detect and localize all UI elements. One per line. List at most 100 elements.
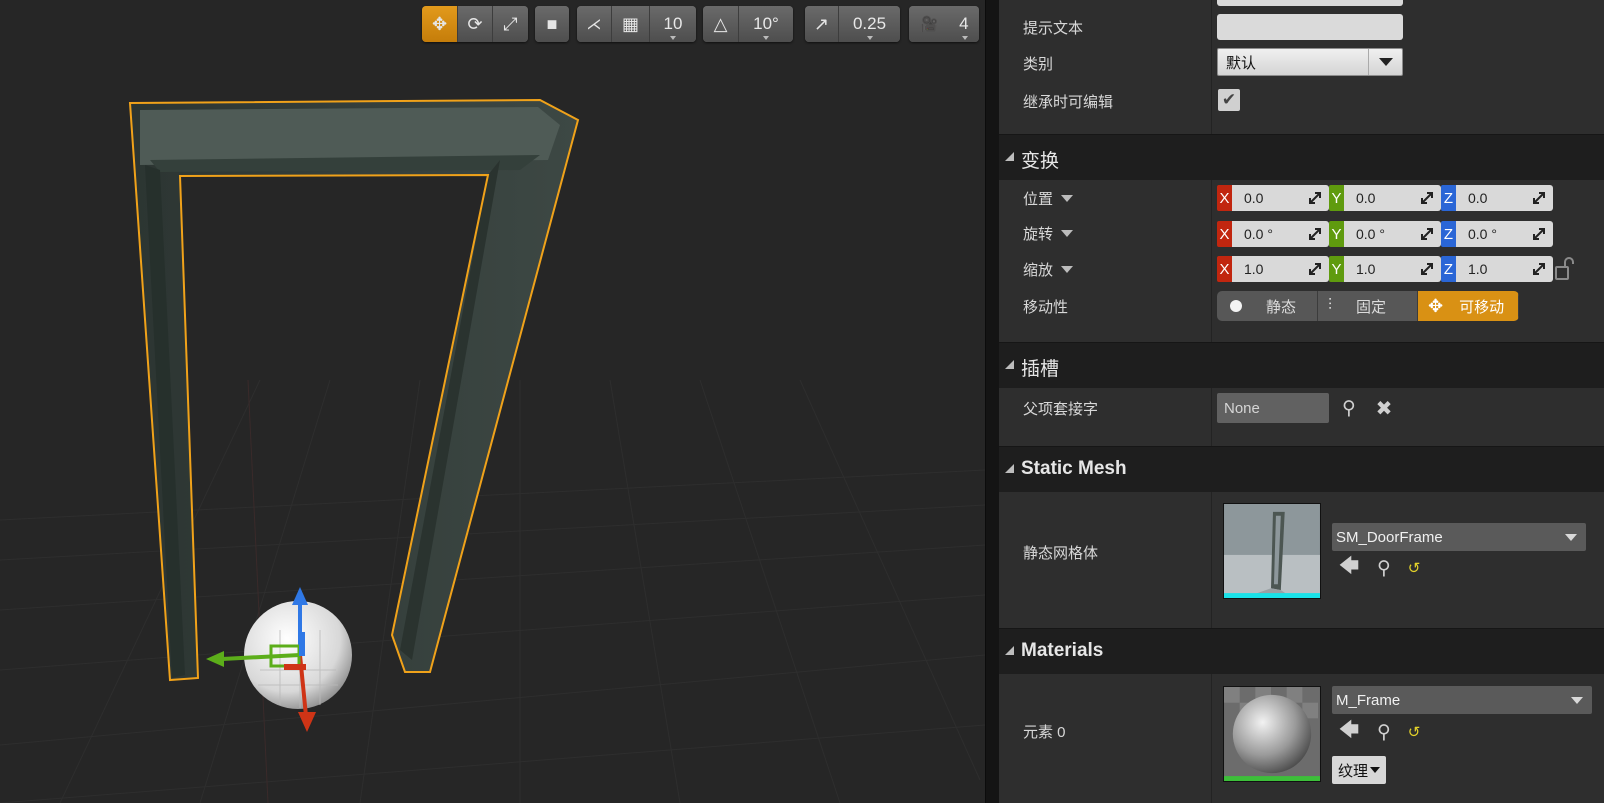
tooltip-input[interactable]	[1217, 14, 1403, 40]
axis-y-label: Y	[1329, 185, 1344, 211]
materials-section-title: Materials	[1021, 640, 1104, 661]
category-label: 类别	[1023, 55, 1054, 73]
parent-socket-field[interactable]: None	[1217, 393, 1329, 423]
location-label-dropdown[interactable]: 位置	[1023, 188, 1074, 209]
rotation-x: X 0.0 °	[1217, 221, 1329, 247]
scale-z-input[interactable]: 1.0	[1456, 256, 1553, 282]
grid-snap-toggle-button[interactable]: ▦	[612, 6, 650, 42]
mobility-static-option[interactable]: 静态	[1217, 291, 1318, 321]
scale-x-input[interactable]: 1.0	[1232, 256, 1329, 282]
editable-inherited-row: 继承时可编辑	[999, 86, 1604, 116]
texture-dropdown-label: 纹理	[1338, 762, 1369, 780]
mobility-movable-label: 可移动	[1459, 298, 1505, 316]
mobility-segmented-control: 静态 ⫶ 固定 ✥ 可移动	[1217, 291, 1519, 321]
scale-y-input[interactable]: 1.0	[1344, 256, 1441, 282]
reset-arrow-icon	[1309, 263, 1321, 275]
coordinate-space-group: ■	[535, 6, 569, 42]
grid-snap-group: ⋌ ▦ 10	[577, 6, 696, 42]
grid-icon: ▦	[621, 13, 639, 34]
axis-y-label: Y	[1329, 256, 1344, 282]
location-y: Y 0.0	[1329, 185, 1441, 211]
rotation-y-input[interactable]: 0.0 °	[1344, 221, 1441, 247]
rotation-z-input[interactable]: 0.0 °	[1456, 221, 1553, 247]
axis-x-label: X	[1217, 221, 1232, 247]
unlock-icon[interactable]	[1554, 256, 1574, 282]
rotation-label-dropdown[interactable]: 旋转	[1023, 223, 1074, 244]
transform-gizmo[interactable]	[206, 587, 352, 732]
axis-x-label: X	[1217, 185, 1232, 211]
scale-snap-toggle-button[interactable]: ↗	[805, 6, 839, 42]
world-local-toggle-button[interactable]: ■	[535, 6, 569, 42]
scale-label-dropdown[interactable]: 缩放	[1023, 259, 1074, 280]
static-mesh-section-header[interactable]: Static Mesh	[999, 446, 1604, 492]
viewport-scene[interactable]	[0, 0, 985, 803]
scale-z-value: 1.0	[1468, 261, 1488, 277]
chevron-down-icon	[1061, 265, 1074, 273]
rotation-snap-value: 10°	[753, 14, 779, 33]
translate-mode-button[interactable]: ✥	[422, 6, 458, 42]
texture-dropdown[interactable]: 纹理	[1332, 756, 1387, 784]
camera-speed-dropdown[interactable]: 🎥 4	[909, 6, 979, 42]
static-mesh-combo[interactable]: SM_DoorFrame	[1332, 523, 1586, 551]
use-selected-arrow-icon[interactable]: 🡄	[1337, 719, 1361, 744]
clear-icon[interactable]: ✖	[1372, 396, 1396, 420]
parent-socket-value: None	[1224, 399, 1260, 417]
mesh-thumbnail[interactable]	[1223, 503, 1321, 599]
variable-name-field[interactable]	[1217, 0, 1403, 6]
camera-speed-value: 4	[959, 14, 969, 33]
door-frame-mesh[interactable]	[128, 98, 580, 682]
level-viewport[interactable]: ✥ ⟳ ⤢ ■ ⋌ ▦ 10 △ 10° ↗ 0.25 🎥 4	[0, 0, 985, 803]
use-selected-arrow-icon[interactable]: 🡄	[1337, 555, 1361, 580]
reset-to-default-icon[interactable]: ↺	[1402, 720, 1426, 744]
rotation-snap-value-dropdown[interactable]: 10°	[739, 6, 793, 42]
scale-y: Y 1.0	[1329, 256, 1441, 282]
reset-arrow-icon	[1421, 263, 1433, 275]
checkmark-icon: ✔	[1221, 90, 1237, 109]
scale-mode-button[interactable]: ⤢	[493, 6, 528, 42]
location-y-input[interactable]: 0.0	[1344, 185, 1441, 211]
category-dropdown[interactable]: 默认	[1217, 48, 1403, 76]
rotation-snap-toggle-button[interactable]: △	[703, 6, 739, 42]
scale-label: 缩放	[1023, 261, 1054, 279]
collapse-triangle-icon	[1005, 152, 1014, 161]
sockets-section-header[interactable]: 插槽	[999, 342, 1604, 388]
angle-icon: △	[713, 13, 728, 34]
transform-section-title: 变换	[1021, 151, 1060, 172]
location-x-input[interactable]: 0.0	[1232, 185, 1329, 211]
editable-inherited-checkbox[interactable]: ✔	[1218, 89, 1240, 111]
browse-search-icon[interactable]: ⚲	[1372, 720, 1396, 744]
sliders-icon: ⫶	[1328, 297, 1333, 314]
mobility-movable-option[interactable]: ✥ 可移动	[1418, 291, 1519, 321]
sockets-section-title: 插槽	[1021, 359, 1060, 380]
transform-section-header[interactable]: 变换	[999, 134, 1604, 180]
material-thumbnail[interactable]	[1223, 686, 1321, 782]
location-z-input[interactable]: 0.0	[1456, 185, 1553, 211]
browse-search-icon[interactable]: ⚲	[1372, 556, 1396, 580]
move-arrows-icon: ✥	[1428, 295, 1444, 316]
grid-snap-value-dropdown[interactable]: 10	[650, 6, 696, 42]
scale-x-value: 1.0	[1244, 261, 1264, 277]
reset-to-default-icon[interactable]: ↺	[1402, 556, 1426, 580]
scale-snap-value-dropdown[interactable]: 0.25	[839, 6, 900, 42]
rotation-y: Y 0.0 °	[1329, 221, 1441, 247]
reset-arrow-icon	[1533, 228, 1545, 240]
translate-icon: ✥	[431, 13, 448, 34]
collapse-triangle-icon	[1005, 646, 1014, 655]
static-mesh-value: SM_DoorFrame	[1336, 528, 1443, 546]
scale-x: X 1.0	[1217, 256, 1329, 282]
mobility-label: 移动性	[1023, 298, 1069, 316]
mobility-stationary-option[interactable]: ⫶ 固定	[1318, 291, 1418, 321]
rotate-mode-button[interactable]: ⟳	[458, 6, 493, 42]
rotation-x-input[interactable]: 0.0 °	[1232, 221, 1329, 247]
mobility-stationary-label: 固定	[1356, 298, 1387, 316]
circle-dot-icon	[1230, 300, 1242, 312]
panel-splitter[interactable]	[985, 0, 999, 803]
cube-icon: ■	[546, 13, 558, 34]
material-combo[interactable]: M_Frame	[1332, 686, 1592, 714]
materials-section-header[interactable]: Materials	[999, 628, 1604, 674]
location-x: X 0.0	[1217, 185, 1329, 211]
scale-icon: ⤢	[503, 13, 518, 34]
surface-snap-button[interactable]: ⋌	[577, 6, 612, 42]
search-icon[interactable]: ⚲	[1337, 396, 1361, 420]
rotation-label: 旋转	[1023, 225, 1054, 243]
